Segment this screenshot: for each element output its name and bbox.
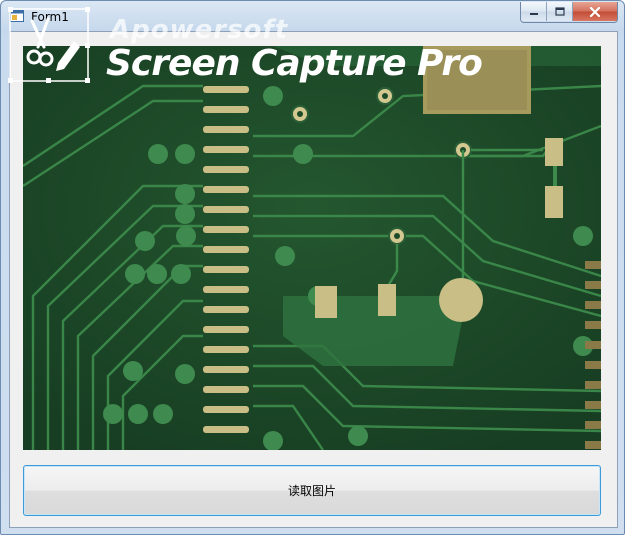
maximize-button[interactable] — [547, 2, 573, 21]
form-client-area: 读取图片 — [9, 31, 618, 528]
capture-watermark: Apowersoft Screen Capture Pro — [8, 7, 483, 85]
pcb-image — [23, 46, 601, 450]
close-button[interactable] — [573, 2, 617, 21]
minimize-icon — [529, 12, 538, 15]
picture-box — [23, 46, 601, 450]
scissors-pen-logo-icon — [8, 7, 90, 83]
minimize-button[interactable] — [521, 2, 547, 21]
watermark-brand: Apowersoft — [110, 15, 289, 45]
caption-buttons — [520, 2, 618, 23]
maximize-icon — [554, 7, 565, 16]
watermark-product: Screen Capture Pro — [106, 43, 483, 84]
close-icon — [589, 6, 601, 17]
read-image-button[interactable]: 读取图片 — [23, 465, 601, 516]
